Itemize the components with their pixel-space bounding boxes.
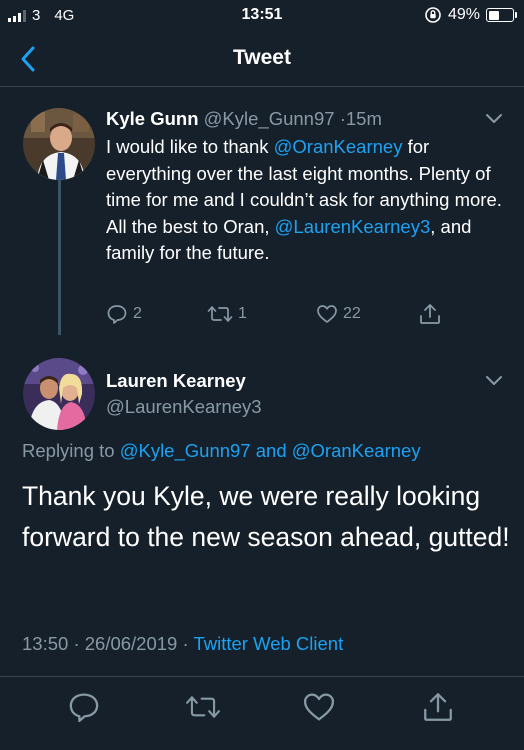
tweet1-header: Kyle Gunn @Kyle_Gunn97 ·15m [106,108,382,130]
tweet2-time: 13:50 [22,633,69,654]
tweet2-date: 26/06/2019 [84,633,178,654]
nav-bar: Tweet [0,32,524,87]
tweet1-reply-button[interactable]: 2 [106,303,142,325]
meta-dot: · [73,633,80,654]
mention-orankearney[interactable]: @OranKearney [274,136,403,157]
reply-mention-kyle-gunn97[interactable]: @Kyle_Gunn97 [120,440,251,461]
tweet1-text-part: I would like to thank [106,136,274,157]
tweet1-like-count: 22 [343,305,361,322]
battery-icon [486,8,517,22]
orientation-lock-icon [425,7,441,23]
share-icon [424,693,452,721]
retweet-button[interactable] [185,690,220,724]
tweet2-chevron-down-icon[interactable] [484,374,504,388]
replying-to-and: and [250,440,292,461]
meta-dot: · [182,633,189,654]
share-button[interactable] [421,690,455,724]
tweet1-author-handle[interactable]: @Kyle_Gunn97 [204,108,335,129]
tweet1-share-button[interactable] [418,302,442,326]
reply-mention-orankearney[interactable]: @OranKearney [292,440,421,461]
tweet1-retweet-count: 1 [238,305,247,322]
avatar-kyle-gunn[interactable] [23,108,95,180]
share-icon [420,304,440,324]
status-bar: 3 4G 13:51 49% [0,0,524,32]
battery-percent: 49% [447,6,480,23]
heart-icon [303,693,335,721]
tweet2-client-link[interactable]: Twitter Web Client [193,633,343,654]
tweet1-reply-count: 2 [133,305,142,322]
thread-line [58,180,61,335]
tweet2-meta: 13:50 · 26/06/2019 · Twitter Web Client [22,633,343,655]
tweet2-author-name[interactable]: Lauren Kearney [106,370,246,391]
reply-icon [69,693,99,723]
tweet1-timestamp: 15m [345,108,382,129]
replying-to-prefix: Replying to [22,440,120,461]
reply-icon [107,305,127,324]
tweet1-author-name[interactable]: Kyle Gunn [106,108,199,129]
avatar-image [23,108,95,180]
divider [0,676,524,677]
heart-icon [317,305,337,323]
replying-to-line: Replying to @Kyle_Gunn97 and @OranKearne… [22,440,421,462]
tweet2-author-handle-row: @LaurenKearney3 [106,396,262,418]
tweet2-author-handle[interactable]: @LaurenKearney3 [106,396,262,417]
tweet1-retweet-button[interactable]: 1 [207,303,247,325]
tweet2-text: Thank you Kyle, we were really looking f… [22,481,510,552]
reply-button[interactable] [67,690,101,724]
tweet1-text: I would like to thank @OranKearney for e… [106,134,506,267]
retweet-icon [207,306,233,322]
avatar-lauren-kearney[interactable] [23,358,95,430]
avatar-image [23,358,95,430]
like-button[interactable] [302,690,336,724]
tweet1-chevron-down-icon[interactable] [484,112,504,126]
page-title: Tweet [233,46,291,69]
tweet1-like-button[interactable]: 22 [316,303,361,325]
status-right: 49% [424,6,517,24]
retweet-icon [186,696,220,718]
mention-laurenkearney3[interactable]: @LaurenKearney3 [275,216,431,237]
tweet2-author-name-row: Lauren Kearney [106,370,246,392]
